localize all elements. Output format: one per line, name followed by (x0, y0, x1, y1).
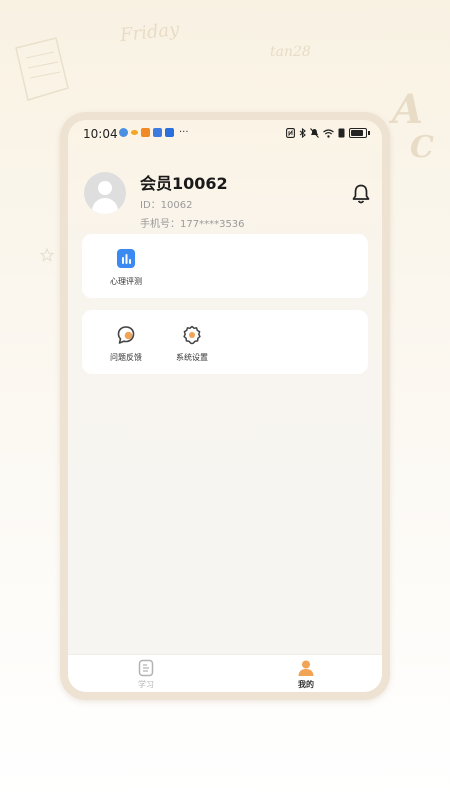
phone-frame: 10:04 ··· 会员10062 ID：10062 手机号：177****35… (60, 112, 390, 700)
system-settings-label: 系统设置 (176, 353, 208, 362)
app-notification-icon (131, 130, 138, 135)
bell-icon[interactable] (351, 183, 371, 205)
background-doodle: A (392, 86, 424, 133)
avatar-body-shape (92, 198, 118, 214)
feedback-label: 问题反馈 (110, 353, 142, 362)
nfc-icon (286, 128, 295, 138)
app-screen: 10:04 ··· 会员10062 ID：10062 手机号：177****35… (68, 120, 382, 692)
avatar-head-shape (98, 181, 112, 195)
battery-tip (368, 131, 370, 135)
notification-icons: ··· (119, 127, 189, 138)
chart-icon (117, 249, 135, 268)
username: 会员10062 (140, 174, 228, 193)
status-time: 10:04 (83, 127, 118, 141)
feedback-icon (117, 326, 135, 344)
background-doodle: tan28 (270, 44, 311, 60)
phone-number: 手机号：177****3536 (140, 219, 245, 230)
sim-icon (338, 128, 345, 138)
book-icon (138, 659, 154, 677)
background-doodle (40, 248, 54, 262)
psych-assessment-item[interactable]: 心理评测 (96, 248, 156, 287)
cloud-notification-icon (119, 128, 128, 137)
psych-assessment-label: 心理评测 (110, 277, 142, 286)
background-doodle: Friday (119, 18, 181, 47)
feedback-item[interactable]: 问题反馈 (96, 324, 156, 363)
battery-icon (349, 128, 367, 138)
system-settings-item[interactable]: 系统设置 (162, 324, 222, 363)
bottom-tab-bar: 学习 我的 (68, 654, 382, 692)
settings-card: 问题反馈 系统设置 (82, 310, 368, 374)
avatar[interactable] (84, 172, 126, 214)
bluetooth-icon (299, 128, 306, 138)
system-status-icons (286, 128, 370, 138)
status-bar: 10:04 ··· (68, 120, 382, 148)
assessment-card: 心理评测 (82, 234, 368, 298)
tab-mine-label: 我的 (298, 680, 314, 689)
background-doodle (15, 37, 69, 101)
gear-icon (183, 325, 201, 345)
app-notification-icon (153, 128, 162, 137)
app-notification-icon (165, 128, 174, 137)
user-id: ID：10062 (140, 200, 193, 211)
wifi-icon (323, 128, 334, 138)
app-notification-icon (141, 128, 150, 137)
tab-mine[interactable]: 我的 (276, 659, 336, 690)
tab-study[interactable]: 学习 (116, 659, 176, 690)
more-notifications-icon: ··· (179, 127, 189, 138)
background-doodle: C (410, 130, 434, 165)
tab-study-label: 学习 (138, 680, 154, 689)
mute-icon (310, 128, 319, 138)
user-icon (298, 660, 314, 676)
